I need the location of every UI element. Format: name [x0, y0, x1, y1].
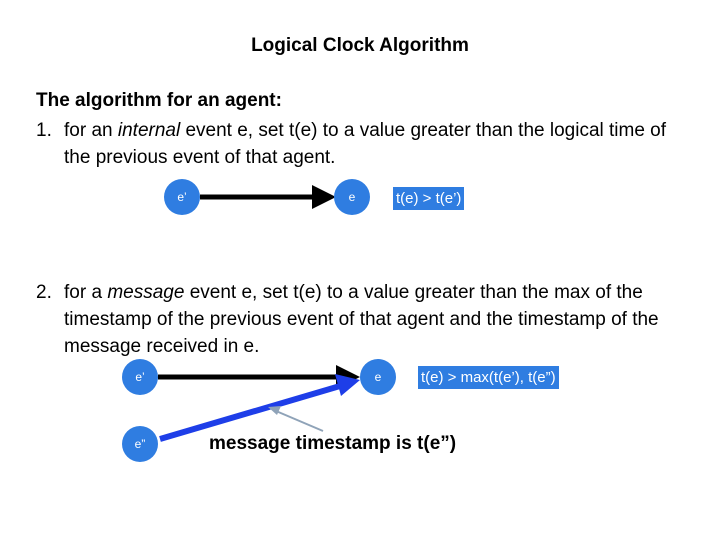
message-event-formula: t(e) > max(t(e’), t(e”) — [418, 366, 559, 389]
arrow-layer — [158, 185, 360, 442]
pointer-arrow-line — [275, 410, 324, 432]
pointer-arrowhead — [268, 406, 281, 415]
message-arrow-line — [159, 383, 341, 442]
internal-event-arrowhead — [312, 185, 336, 209]
message-timestamp-caption: message timestamp is t(e”) — [209, 433, 457, 454]
node-previous-event: e’ — [164, 179, 200, 215]
node-sender-event: e” — [122, 426, 158, 462]
internal-event-formula: t(e) > t(e’) — [393, 187, 465, 210]
node-previous-event-2: e’ — [122, 359, 158, 395]
node-message-event: e — [360, 359, 396, 395]
node-event: e — [334, 179, 370, 215]
